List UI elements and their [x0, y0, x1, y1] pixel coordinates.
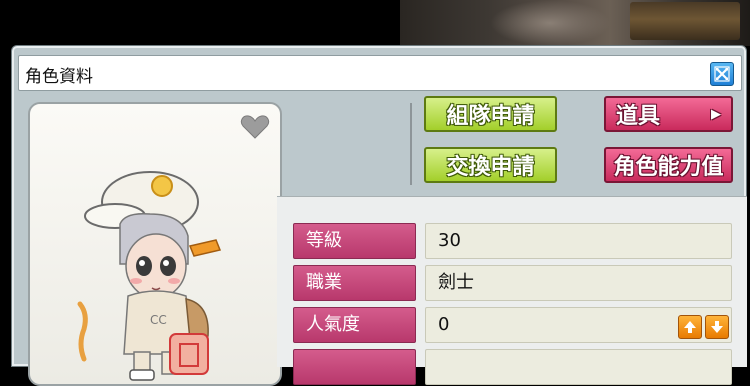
title-bar[interactable]: 角色資料 — [18, 55, 742, 91]
items-button-label: 道具 — [616, 104, 661, 129]
button-divider — [410, 103, 412, 185]
character-info-window: 角色資料 CC 組隊申請 交換申請 道具 ▶ 角色能力值 等級 30 職業 劍士… — [11, 45, 747, 386]
character-stats-button[interactable]: 角色能力值 — [604, 147, 733, 183]
stat-value-job: 劍士 — [425, 265, 732, 301]
heart-icon[interactable] — [240, 114, 270, 140]
avatar-card: CC — [28, 102, 282, 386]
character-avatar: CC — [77, 171, 222, 381]
svg-text:CC: CC — [150, 313, 167, 327]
background-scene — [400, 0, 750, 46]
stat-label-level: 等級 — [293, 223, 416, 259]
items-button[interactable]: 道具 ▶ — [604, 96, 733, 132]
fame-up-button[interactable] — [678, 315, 702, 339]
stat-label-next — [293, 349, 416, 385]
arrow-up-icon — [684, 321, 696, 333]
background-light — [490, 0, 610, 46]
stat-value-fame: 0 — [438, 314, 450, 335]
arrow-down-icon — [711, 321, 723, 333]
stat-value-level: 30 — [425, 223, 732, 259]
stat-label-job: 職業 — [293, 265, 416, 301]
party-request-button[interactable]: 組隊申請 — [424, 96, 557, 132]
stat-value-next — [425, 349, 732, 385]
stats-panel: 等級 30 職業 劍士 人氣度 0 — [277, 196, 747, 385]
close-icon — [714, 66, 730, 82]
background-prop — [630, 2, 740, 40]
triangle-right-icon: ▶ — [711, 107, 721, 122]
trade-request-button[interactable]: 交換申請 — [424, 147, 557, 183]
close-button[interactable] — [710, 62, 734, 86]
stat-value-fame-row: 0 — [425, 307, 732, 343]
window-title: 角色資料 — [25, 67, 93, 87]
fame-down-button[interactable] — [705, 315, 729, 339]
stat-label-fame: 人氣度 — [293, 307, 416, 343]
